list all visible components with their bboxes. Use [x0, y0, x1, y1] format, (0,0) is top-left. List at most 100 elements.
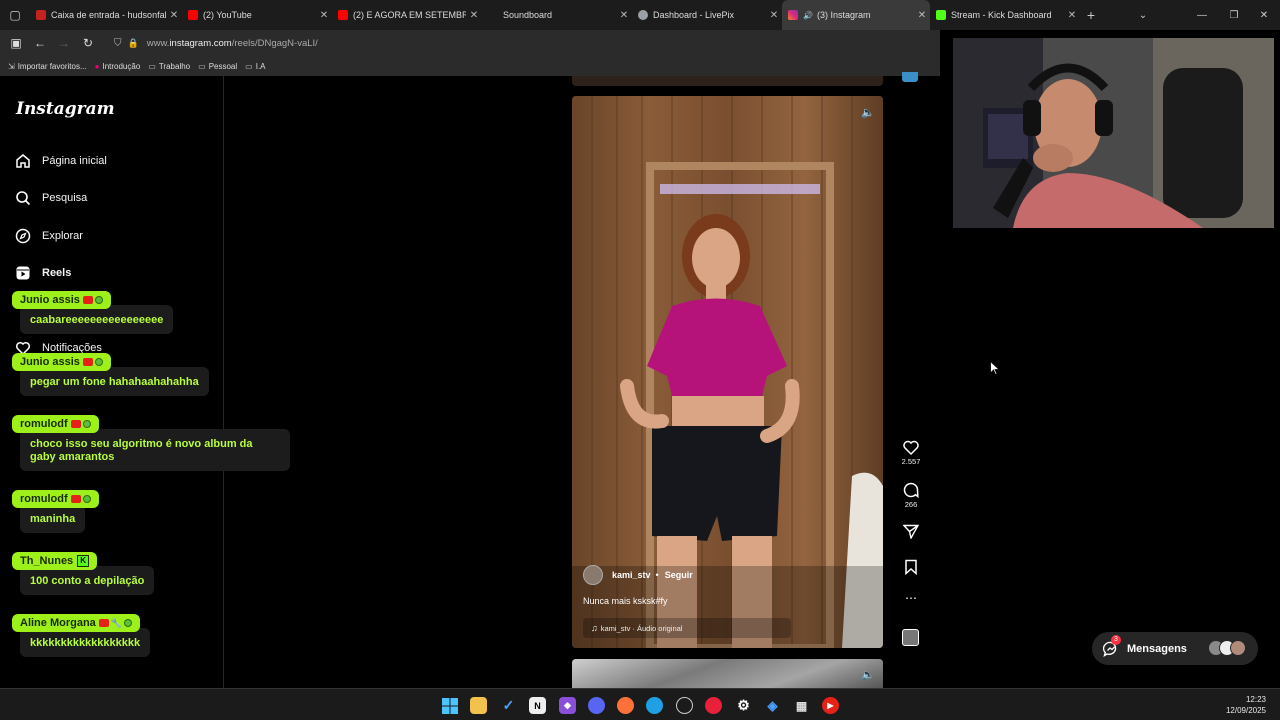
nav-explore[interactable]: Explorar	[14, 224, 83, 248]
close-icon[interactable]: ✕	[466, 10, 482, 21]
chat-message-4: romulodf maninha	[12, 489, 99, 533]
bookmark-ia[interactable]: ▭ I.A	[245, 62, 265, 71]
chat-username: Junio assis	[12, 353, 111, 371]
reload-button[interactable]: ↻	[76, 36, 100, 50]
member-badge-icon	[94, 358, 103, 366]
speaker-icon[interactable]: 🔊	[803, 11, 813, 20]
comment-button[interactable]: 266	[895, 482, 927, 509]
follow-button[interactable]: Seguir	[665, 570, 693, 580]
close-icon[interactable]: ✕	[914, 10, 930, 21]
instagram-logo[interactable]: Instagram	[16, 99, 115, 119]
firefox-icon[interactable]	[617, 697, 634, 714]
tab-actions-icon[interactable]: ▢	[0, 0, 30, 30]
app-icon[interactable]: ◆	[559, 697, 576, 714]
nav-search[interactable]: Pesquisa	[14, 186, 87, 210]
vscode-icon[interactable]: ◈	[764, 697, 781, 714]
tab-youtube-video[interactable]: (2) E AGORA EM SETEMBRO VAI ✕	[332, 0, 482, 30]
save-button[interactable]	[895, 559, 927, 575]
more-options-icon[interactable]: ⋯	[895, 592, 927, 604]
workspaces-icon[interactable]: ▣	[4, 36, 28, 50]
tab-gmail[interactable]: Caixa de entrada - hudsonfabio ✕	[30, 0, 182, 30]
author-username[interactable]: kami_stv	[612, 570, 651, 580]
youtube-icon	[338, 10, 348, 20]
import-icon: ⇲	[8, 61, 15, 71]
next-reel[interactable]	[572, 659, 883, 688]
previous-reel-edge[interactable]	[572, 76, 883, 86]
author-avatar[interactable]	[583, 565, 603, 585]
tab-label: (3) Instagram	[816, 10, 871, 20]
close-window-button[interactable]: ✕	[1248, 0, 1280, 30]
messages-button[interactable]: 3 Mensagens	[1092, 632, 1258, 665]
settings-icon[interactable]: ⚙	[735, 697, 752, 714]
speaker-icon[interactable]: 🔈	[861, 106, 875, 119]
bookmark-import[interactable]: ⇲ Importar favoritos...	[8, 62, 87, 71]
bookmarks-bar: ⇲ Importar favoritos... ● Introdução ▭ Trab…	[0, 56, 940, 76]
youtube-badge-icon	[70, 495, 81, 503]
start-icon[interactable]	[441, 697, 458, 714]
like-button[interactable]: 2.557	[895, 440, 927, 466]
previous-reel-thumb[interactable]	[902, 72, 918, 82]
lock-icon[interactable]: 🔒	[128, 38, 139, 49]
file-explorer-icon[interactable]	[470, 697, 487, 714]
nav-label: Reels	[42, 267, 72, 279]
tab-instagram[interactable]: 🔊 (3) Instagram ✕	[782, 0, 930, 30]
chat-message-2: Junio assis pegar um fone hahahaahahahha	[12, 352, 209, 396]
reel-author: kami_stv • Seguir	[583, 565, 693, 585]
reels-icon	[14, 264, 32, 282]
url-field[interactable]: ⛉ 🔒 www. instagram.com/reels/DNgagN-vaLI/	[114, 38, 318, 49]
close-icon[interactable]: ✕	[616, 10, 632, 21]
tracking-shield-icon[interactable]: ⛉	[114, 38, 122, 49]
back-button[interactable]: ←	[28, 36, 52, 50]
member-badge-icon	[124, 619, 133, 627]
discord-icon[interactable]	[588, 697, 605, 714]
tab-label: (2) E AGORA EM SETEMBRO VAI	[353, 10, 466, 20]
chat-username-text: romulodf	[20, 418, 68, 430]
like-count: 2.557	[901, 457, 921, 466]
bookmark-introducao[interactable]: ● Introdução	[95, 62, 141, 71]
close-icon[interactable]: ✕	[1064, 10, 1080, 21]
reel-audio[interactable]: ♫ kami_stv · Áudio original	[583, 618, 791, 638]
todo-icon[interactable]: ✓	[500, 697, 517, 714]
audio-thumbnail[interactable]	[902, 629, 919, 646]
youtube-icon[interactable]: ▶	[822, 697, 839, 714]
nav-reels[interactable]: Reels	[14, 261, 71, 285]
close-icon[interactable]: ✕	[166, 10, 182, 21]
app-icon[interactable]	[676, 697, 693, 714]
kick-badge-icon: K	[77, 555, 90, 567]
tab-label: Stream - Kick Dashboard	[951, 10, 1052, 20]
bookmark-trabalho[interactable]: ▭ Trabalho	[148, 62, 190, 71]
system-clock[interactable]: 12:23 12/09/2025	[1226, 694, 1266, 716]
forward-button[interactable]: →	[52, 36, 76, 50]
chat-username: romulodf	[12, 415, 99, 433]
share-button[interactable]	[895, 524, 927, 539]
gmail-icon	[36, 10, 46, 20]
calendar-icon[interactable]: ▦	[793, 697, 810, 714]
member-badge-icon	[82, 420, 91, 428]
tab-soundboard[interactable]: Soundboard ✕	[482, 0, 632, 30]
tab-kick[interactable]: Stream - Kick Dashboard ✕	[930, 0, 1080, 30]
speaker-icon[interactable]: 🔈	[861, 668, 875, 681]
url-host: instagram.com	[169, 37, 232, 49]
tab-youtube[interactable]: (2) YouTube ✕	[182, 0, 332, 30]
globe-icon	[638, 10, 648, 20]
tab-livepix[interactable]: Dashboard - LivePix ✕	[632, 0, 782, 30]
tab-list-chevron-icon[interactable]: ⌄	[1128, 10, 1158, 21]
bookmark-pessoal[interactable]: ▭ Pessoal	[198, 62, 237, 71]
notion-icon[interactable]: N	[529, 697, 546, 714]
opera-icon[interactable]	[705, 697, 722, 714]
tab-label: (2) YouTube	[203, 10, 252, 20]
music-note-icon: ♫	[591, 623, 598, 633]
nav-home[interactable]: Página inicial	[14, 149, 107, 173]
url-path: /reels/DNgagN-vaLI/	[231, 37, 318, 49]
minimize-button[interactable]: —	[1186, 0, 1218, 30]
chat-username: romulodf	[12, 490, 99, 508]
maximize-button[interactable]: ❐	[1218, 0, 1250, 30]
reel-caption[interactable]: Nunca mais ksksk#fy	[583, 596, 668, 606]
close-icon[interactable]: ✕	[766, 10, 782, 21]
close-icon[interactable]: ✕	[316, 10, 332, 21]
avatar	[1230, 640, 1246, 656]
edge-icon[interactable]	[646, 697, 663, 714]
new-tab-button[interactable]: +	[1080, 7, 1102, 23]
chat-text: caabareeeeeeeeeeeeeeee	[20, 305, 174, 334]
folder-icon: ▭	[198, 61, 206, 71]
